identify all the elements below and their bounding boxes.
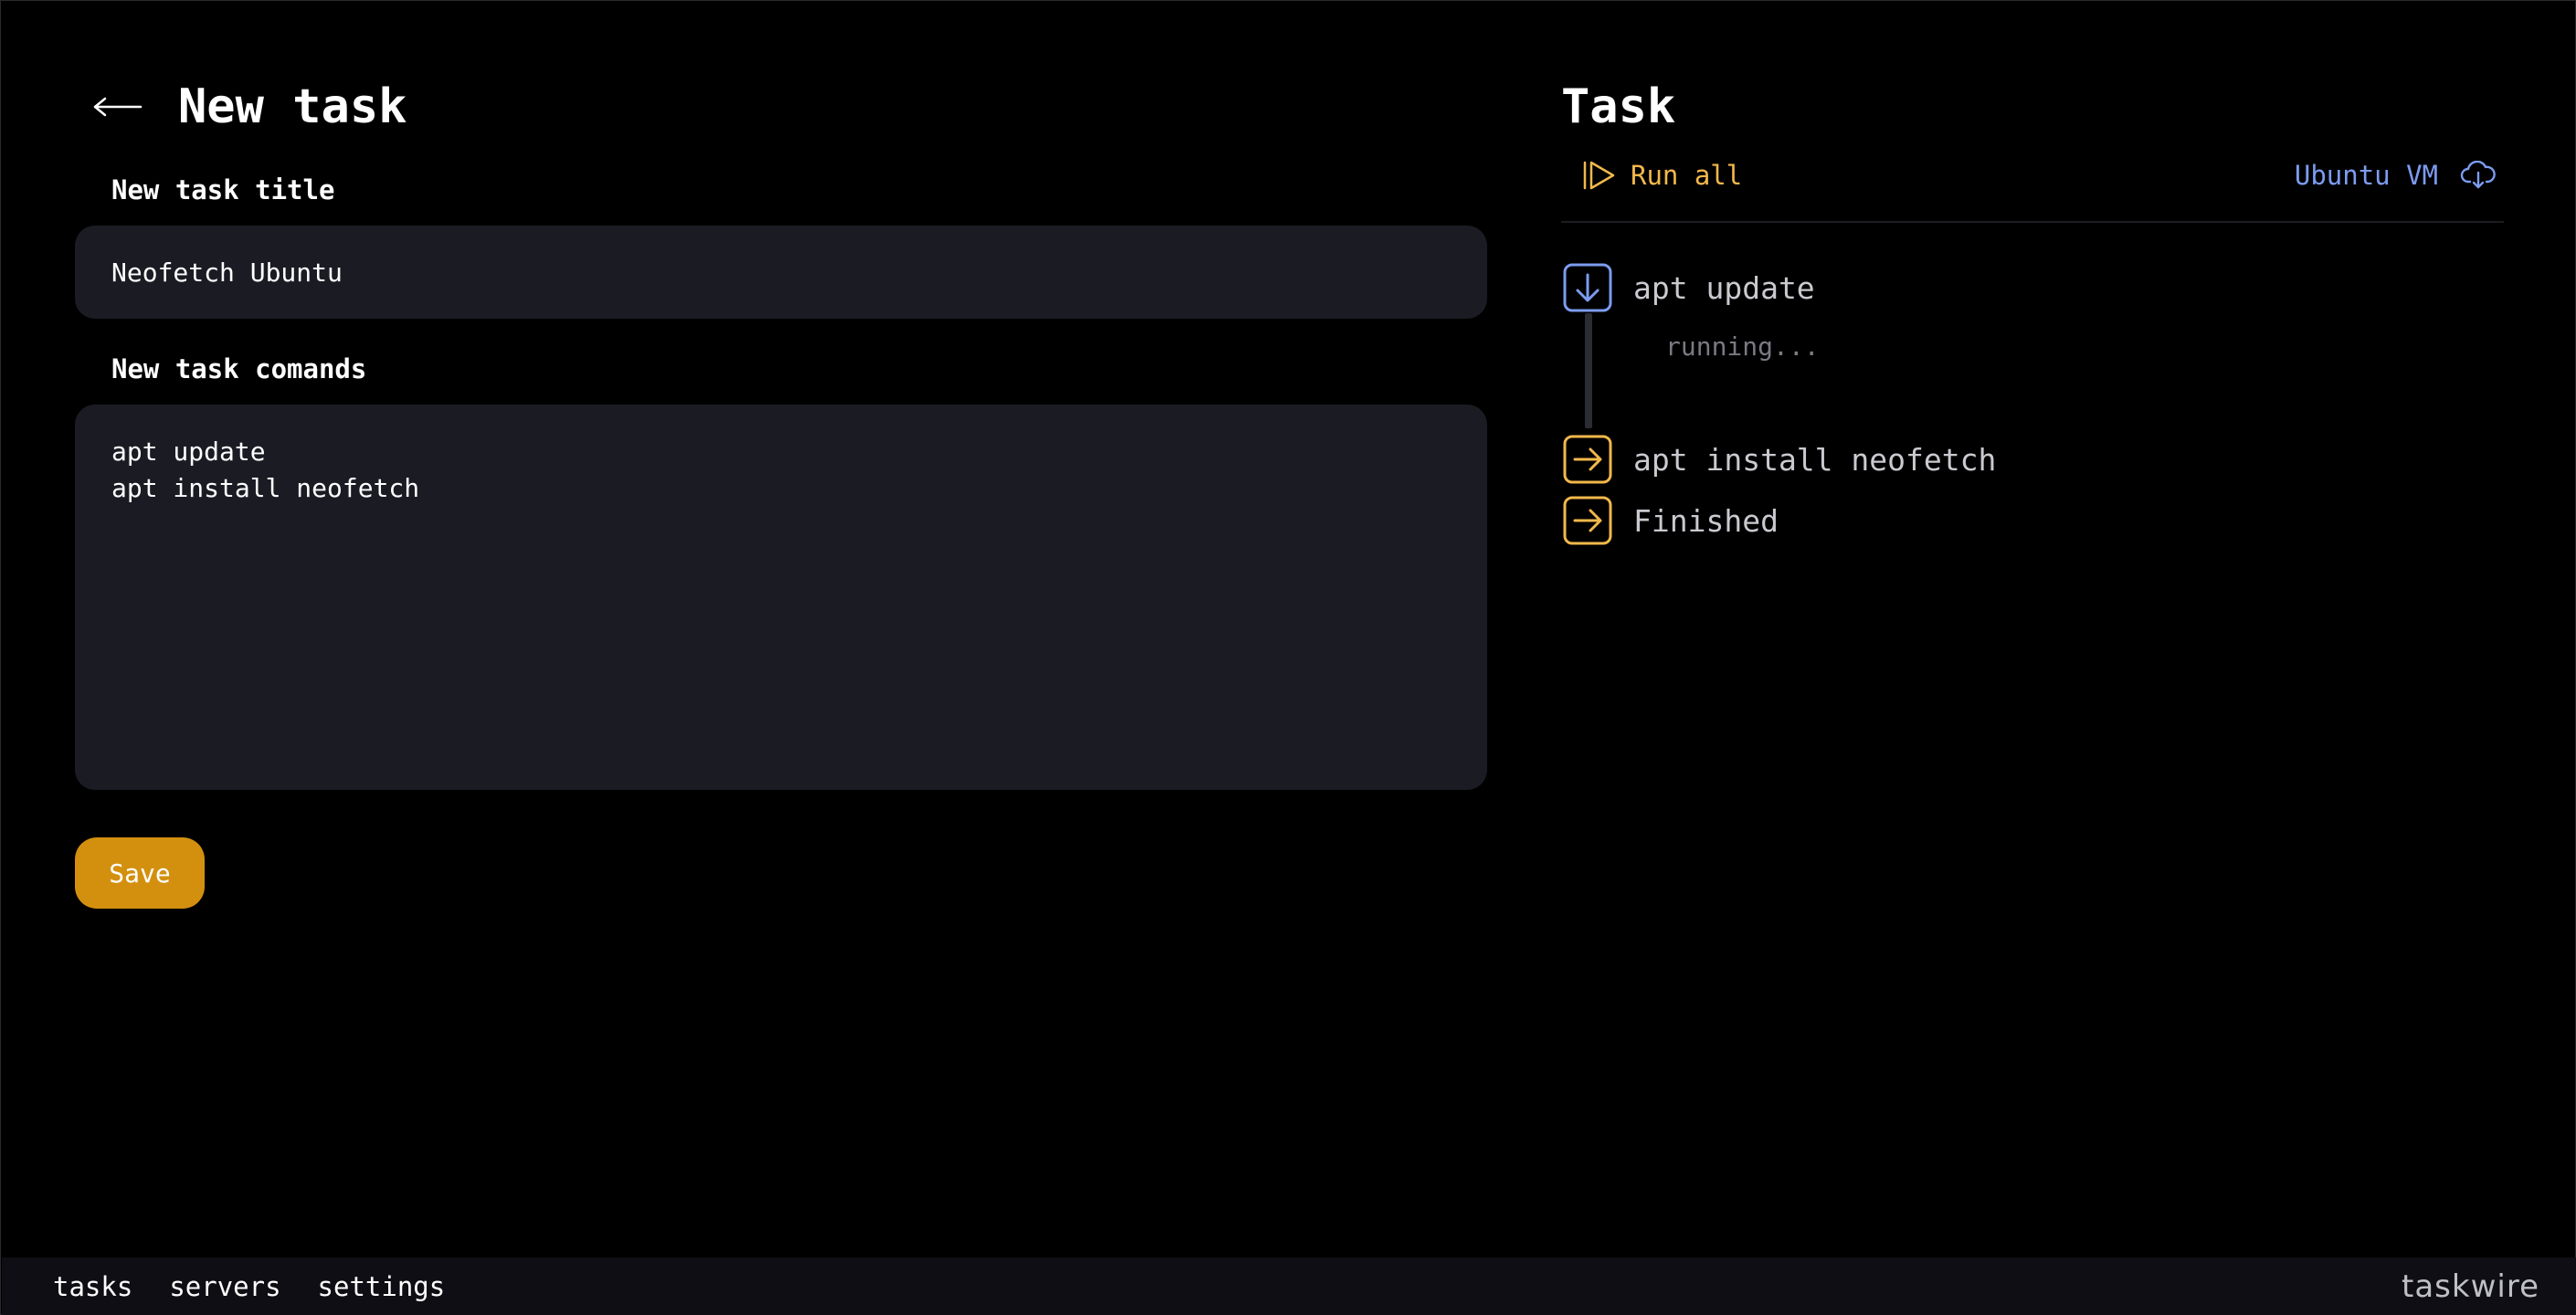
arrow-down-square-icon[interactable] [1562,262,1613,313]
brand-logo: taskwire [2402,1268,2539,1305]
editor-header: New task [92,72,406,142]
step-label: apt install neofetch [1633,441,1997,478]
task-commands-label: New task comands [111,353,367,384]
task-title-label: New task title [111,174,335,205]
footer-bar: tasks servers settings taskwire [2,1257,2576,1315]
run-all-label: Run all [1631,160,1743,191]
page-title: New task [178,79,407,134]
save-button[interactable]: Save [75,837,205,909]
step-status: running... [1665,331,1820,362]
task-panel-title: Task [1561,79,1676,134]
run-all-button[interactable]: Run all [1581,159,1742,192]
arrow-right-square-icon[interactable] [1562,495,1613,546]
step-label: apt update [1633,269,1815,306]
arrow-left-icon[interactable] [92,89,143,125]
server-selector[interactable]: Ubuntu VM [2295,160,2497,191]
step-connector [1585,313,1592,428]
footer-nav: tasks servers settings [53,1257,481,1315]
task-title-input[interactable] [75,226,1487,319]
step-item: apt install neofetch [1562,434,1996,485]
cloud-download-icon [2460,161,2497,190]
arrow-right-square-icon[interactable] [1562,434,1613,485]
toolbar-divider [1561,221,2504,223]
nav-servers[interactable]: servers [169,1271,280,1302]
play-all-icon [1581,159,1618,192]
app-window: New task New task title New task comands… [0,0,2576,1315]
step-item: Finished [1562,495,1779,546]
nav-tasks[interactable]: tasks [53,1271,132,1302]
step-item: apt update [1562,262,1815,313]
server-name: Ubuntu VM [2294,160,2438,191]
step-label: Finished [1633,502,1779,539]
task-commands-textarea[interactable] [75,405,1487,790]
nav-settings[interactable]: settings [318,1271,446,1302]
